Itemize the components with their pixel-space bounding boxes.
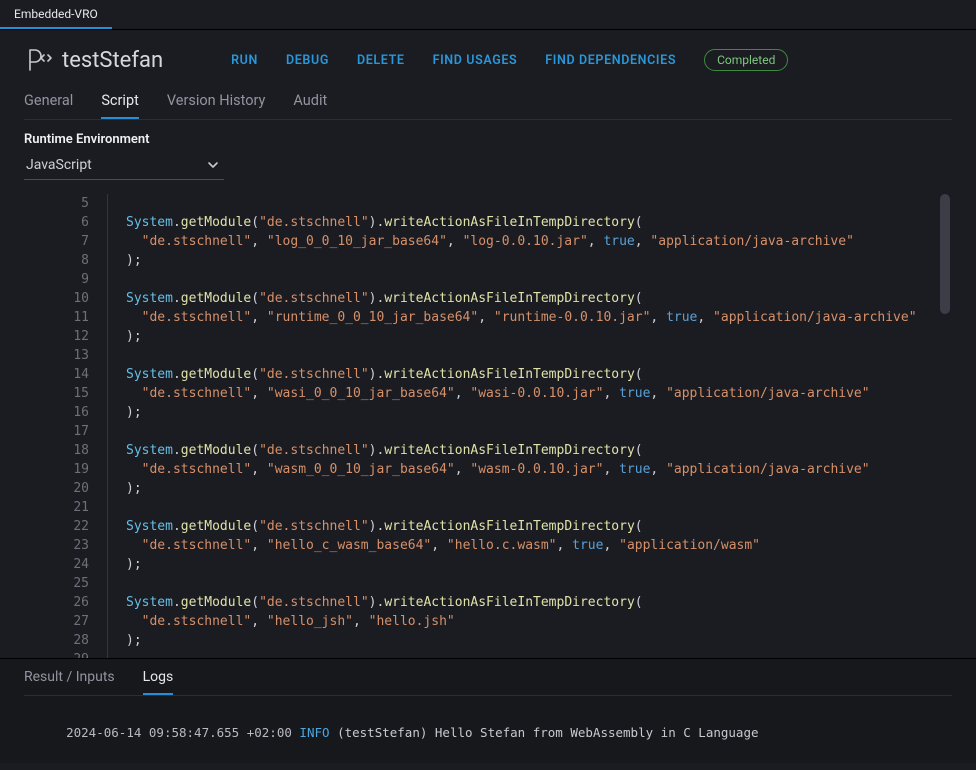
find-dependencies-button[interactable]: FIND DEPENDENCIES (545, 53, 676, 68)
runtime-env-label: Runtime Environment (24, 132, 952, 147)
status-badge: Completed (704, 49, 788, 71)
code-editor[interactable]: 5678910111213141516171819202122232425262… (24, 194, 952, 658)
runtime-env-value: JavaScript (26, 157, 92, 173)
tab-audit[interactable]: Audit (293, 92, 327, 119)
tab-result-inputs[interactable]: Result / Inputs (24, 669, 115, 695)
chevron-down-icon (206, 158, 220, 172)
action-icon (24, 46, 52, 74)
tab-logs[interactable]: Logs (143, 669, 174, 695)
log-timestamp: 2024-06-14 09:58:47.655 +02:00 (66, 725, 292, 740)
log-message: (testStefan) Hello Stefan from WebAssemb… (337, 725, 758, 740)
tab-script[interactable]: Script (101, 92, 139, 119)
debug-button[interactable]: DEBUG (286, 53, 329, 68)
runtime-env-select[interactable]: JavaScript (24, 153, 224, 180)
delete-button[interactable]: DELETE (357, 53, 405, 68)
editor-scrollbar-thumb[interactable] (940, 194, 950, 314)
find-usages-button[interactable]: FIND USAGES (433, 53, 518, 68)
top-tab-embedded-vro[interactable]: Embedded-VRO (0, 0, 112, 29)
log-line: 2024-06-14 09:58:47.655 +02:00 INFO (tes… (24, 696, 952, 755)
page-title-group: testStefan (24, 46, 163, 74)
page-title: testStefan (62, 48, 163, 73)
tab-general[interactable]: General (24, 92, 73, 119)
log-level: INFO (299, 725, 329, 740)
tab-version-history[interactable]: Version History (167, 92, 266, 119)
run-button[interactable]: RUN (231, 53, 258, 68)
